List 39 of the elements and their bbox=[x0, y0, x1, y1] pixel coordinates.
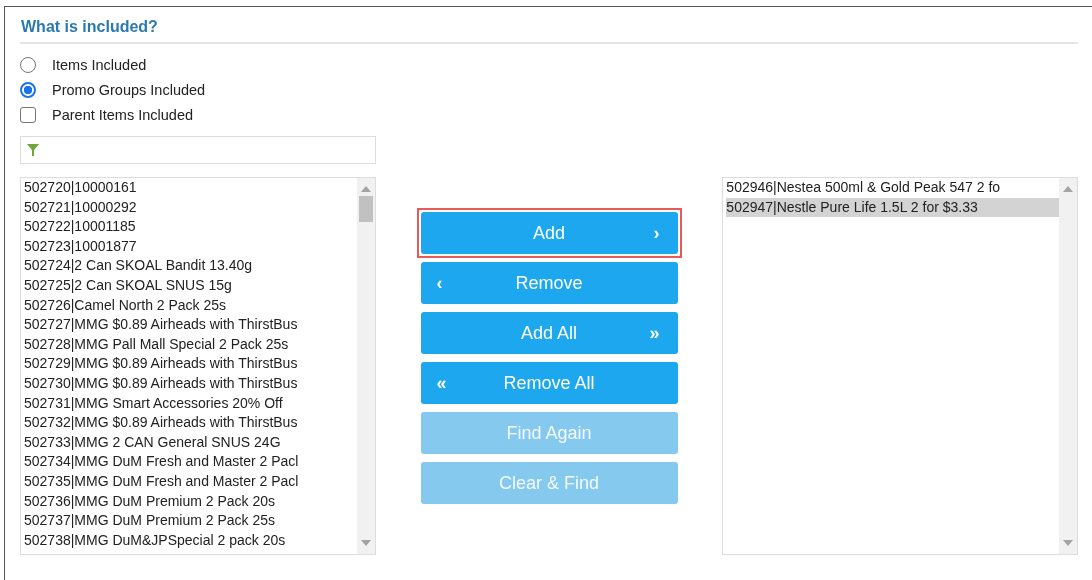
list-item[interactable]: 502735|MMG DuM Fresh and Master 2 Pacl bbox=[24, 471, 357, 492]
scroll-up-icon[interactable] bbox=[1063, 186, 1073, 192]
list-item[interactable]: 502723|10001877 bbox=[24, 236, 357, 257]
radio-button[interactable] bbox=[20, 57, 36, 73]
option-label: Promo Groups Included bbox=[52, 82, 206, 98]
list-item[interactable]: 502730|MMG $0.89 Airheads with ThirstBus bbox=[24, 373, 357, 394]
option-label: Parent Items Included bbox=[52, 107, 194, 123]
radio-button[interactable] bbox=[20, 82, 36, 98]
list-item[interactable]: 502724|2 Can SKOAL Bandit 13.40g bbox=[24, 256, 357, 276]
filter-field[interactable] bbox=[20, 136, 376, 164]
list-item[interactable]: 502728|MMG Pall Mall Special 2 Pack 25s bbox=[24, 334, 357, 355]
list-item[interactable]: 502947|Nestle Pure Life 1.5L 2 for $3.33 bbox=[726, 197, 1059, 218]
list-box[interactable] bbox=[20, 177, 376, 555]
section-title: What is included? bbox=[20, 17, 1078, 44]
list-item[interactable]: 502738|MMG DuM&JPSpecial 2 pack 20s bbox=[24, 530, 357, 551]
list-item[interactable]: 502726|Camel North 2 Pack 25s bbox=[24, 295, 357, 316]
list-item[interactable]: 502725|2 Can SKOAL SNUS 15g bbox=[24, 275, 357, 296]
list-box[interactable]: 502946|Nestea 500ml & Gold Peak 547 2 fo 502947|Nestle Pure Life 1.5L 2 for $3.33 bbox=[722, 177, 1078, 555]
list-item[interactable]: 502721|10000292 bbox=[24, 197, 357, 218]
list-item[interactable]: 502727|MMG $0.89 Airheads with ThirstBus bbox=[24, 315, 357, 335]
scroll-up-icon[interactable] bbox=[360, 186, 371, 192]
scrollbar[interactable] bbox=[356, 178, 375, 554]
list-item[interactable]: 502720|10000161 bbox=[24, 178, 357, 198]
list-item[interactable]: 502946|Nestea 500ml & Gold Peak 547 2 fo bbox=[726, 178, 1059, 198]
list-item[interactable]: 502736|MMG DuM Premium 2 Pack 20s bbox=[24, 491, 357, 512]
scroll-down-icon[interactable] bbox=[360, 540, 371, 546]
list-item[interactable]: 502734|MMG DuM Fresh and Master 2 Pacl bbox=[24, 452, 357, 472]
scroll-thumb[interactable] bbox=[358, 196, 373, 222]
list-item[interactable]: 502722|10001185 bbox=[24, 217, 357, 237]
list-item[interactable]: 502737|MMG DuM Premium 2 Pack 25s bbox=[24, 511, 357, 531]
scroll-down-icon[interactable] bbox=[1063, 540, 1073, 546]
list-item[interactable]: 502731|MMG Smart Accessories 20% Off bbox=[24, 393, 357, 414]
scrollbar[interactable] bbox=[1059, 178, 1077, 554]
list-item[interactable]: 502729|MMG $0.89 Airheads with ThirstBus bbox=[24, 354, 357, 374]
list-item[interactable]: 502733|MMG 2 CAN General SNUS 24G bbox=[24, 432, 357, 453]
checkbox[interactable] bbox=[20, 107, 36, 123]
filter-icon bbox=[27, 144, 39, 156]
list-item[interactable]: 502732|MMG $0.89 Airheads with ThirstBus bbox=[24, 413, 357, 433]
option-label: Items Included bbox=[52, 57, 147, 73]
